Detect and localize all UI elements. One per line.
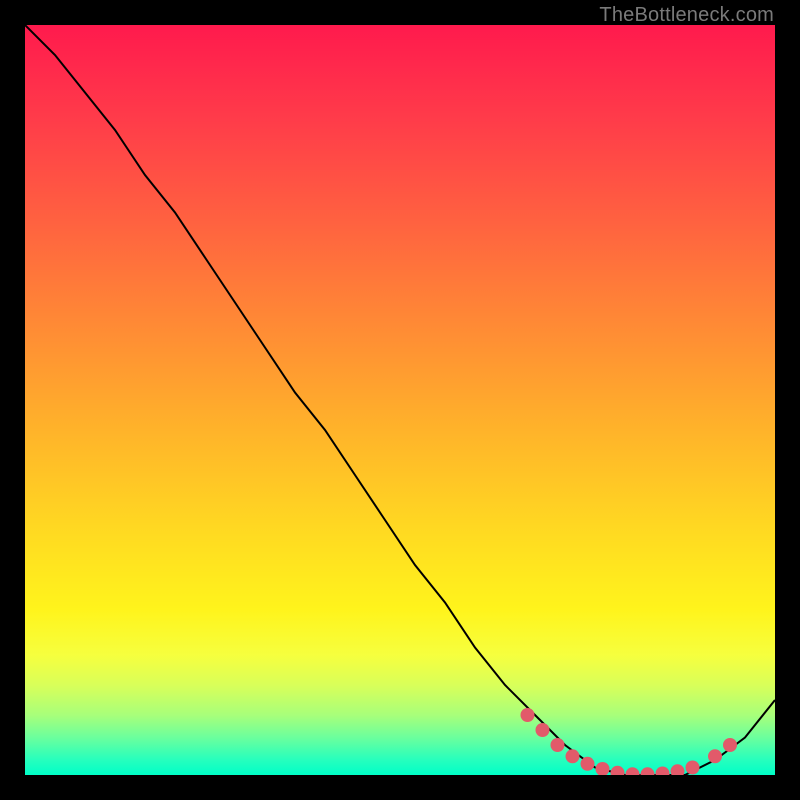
marker-dot [656, 767, 670, 776]
marker-dot [686, 761, 700, 775]
marker-dot [536, 723, 550, 737]
marker-dot [566, 749, 580, 763]
plot-area [25, 25, 775, 775]
marker-dot [551, 738, 565, 752]
marker-dot [641, 767, 655, 775]
marker-dot [611, 766, 625, 775]
curve-line [25, 25, 775, 775]
marker-dot [626, 767, 640, 775]
chart-svg [25, 25, 775, 775]
chart-frame: TheBottleneck.com [0, 0, 800, 800]
watermark-text: TheBottleneck.com [599, 4, 774, 27]
marker-dot [581, 757, 595, 771]
marker-dot [723, 738, 737, 752]
marker-dot [521, 708, 535, 722]
marker-dot [671, 764, 685, 775]
marker-dot [708, 749, 722, 763]
marker-dot [596, 762, 610, 775]
